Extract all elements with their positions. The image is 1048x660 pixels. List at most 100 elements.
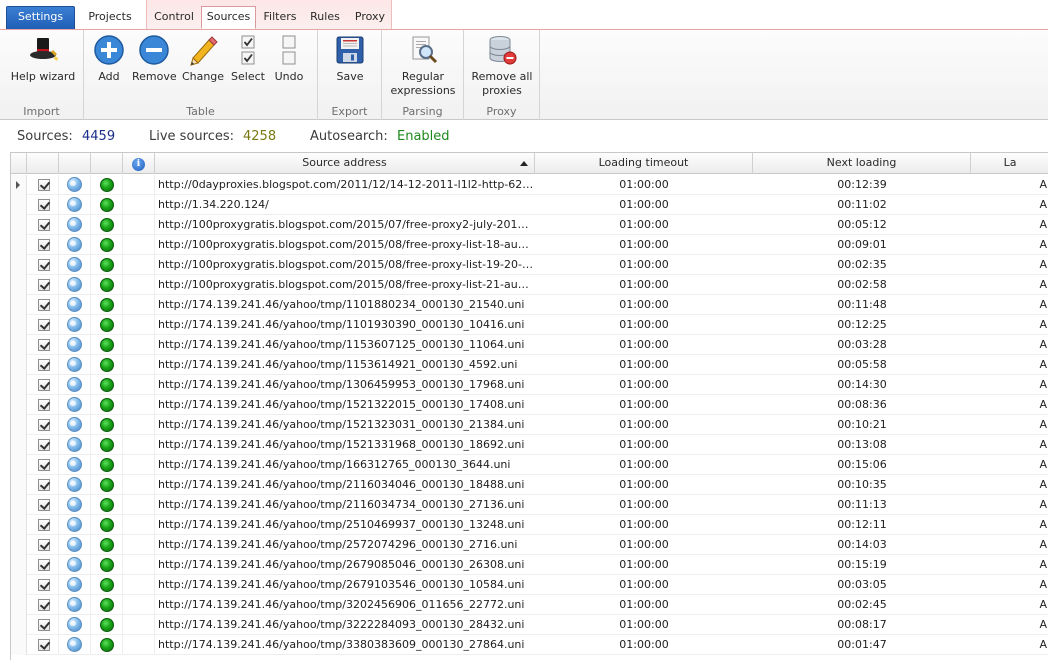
row-checkbox-cell — [27, 355, 59, 375]
loading-timeout: 01:00:00 — [619, 318, 669, 331]
row-checkbox[interactable] — [38, 559, 50, 571]
header-type[interactable] — [59, 153, 91, 174]
next-loading: 00:12:25 — [837, 318, 887, 331]
select-button[interactable]: Select — [228, 34, 268, 84]
row-checkbox[interactable] — [38, 299, 50, 311]
row-checkbox[interactable] — [38, 179, 50, 191]
table-row[interactable]: http://174.139.241.46/yahoo/tmp/21160340… — [11, 475, 1048, 495]
table-row[interactable]: http://1.34.220.124/01:00:00 00:11:02 A — [11, 195, 1048, 215]
remove-all-proxies-button[interactable]: Remove all proxies — [468, 34, 536, 98]
remove-all-proxies-label-1: Remove all — [471, 70, 533, 83]
globe-icon — [67, 497, 82, 512]
table-row[interactable]: http://0dayproxies.blogspot.com/2011/12/… — [11, 175, 1048, 195]
header-last[interactable]: La — [971, 153, 1048, 174]
table-row[interactable]: http://174.139.241.46/yahoo/tmp/11018802… — [11, 295, 1048, 315]
source-address: http://174.139.241.46/yahoo/tmp/16631276… — [158, 458, 511, 471]
header-info[interactable]: i — [123, 153, 155, 174]
row-checkbox[interactable] — [38, 239, 50, 251]
globe-icon — [67, 437, 82, 452]
source-address: http://100proxygratis.blogspot.com/2015/… — [158, 218, 535, 231]
minus-circle-icon — [139, 35, 169, 65]
status-ok-icon — [100, 218, 114, 232]
row-status-cell — [91, 275, 123, 295]
globe-icon — [67, 337, 82, 352]
table-row[interactable]: http://174.139.241.46/yahoo/tmp/16631276… — [11, 455, 1048, 475]
tab-projects[interactable]: Projects — [80, 7, 140, 29]
tab-sources[interactable]: Sources — [201, 6, 256, 29]
row-checkbox-cell — [27, 275, 59, 295]
header-next-loading[interactable]: Next loading — [753, 153, 971, 174]
status-ok-icon — [100, 598, 114, 612]
table-row[interactable]: http://174.139.241.46/yahoo/tmp/11019303… — [11, 315, 1048, 335]
row-checkbox-cell — [27, 475, 59, 495]
header-source-address[interactable]: Source address — [155, 153, 535, 174]
header-status[interactable] — [91, 153, 123, 174]
row-status-cell — [91, 175, 123, 195]
live-sources-value: 4258 — [243, 129, 277, 144]
table-row[interactable]: http://174.139.241.46/yahoo/tmp/32024569… — [11, 595, 1048, 615]
row-info-cell — [123, 315, 155, 335]
row-checkbox[interactable] — [38, 519, 50, 531]
header-source-address-label: Source address — [302, 156, 387, 169]
row-checkbox[interactable] — [38, 259, 50, 271]
row-checkbox[interactable] — [38, 339, 50, 351]
globe-icon — [67, 417, 82, 432]
regular-expressions-label-1: Regular — [401, 70, 445, 83]
table-row[interactable]: http://100proxygratis.blogspot.com/2015/… — [11, 275, 1048, 295]
row-checkbox[interactable] — [38, 319, 50, 331]
row-checkbox-cell — [27, 395, 59, 415]
row-checkbox[interactable] — [38, 279, 50, 291]
header-checkbox[interactable] — [27, 153, 59, 174]
table-row[interactable]: http://174.139.241.46/yahoo/tmp/15213230… — [11, 415, 1048, 435]
tab-settings[interactable]: Settings — [6, 6, 75, 29]
row-indicator — [11, 555, 27, 575]
add-button[interactable]: Add — [90, 34, 128, 84]
header-loading-timeout[interactable]: Loading timeout — [535, 153, 753, 174]
row-checkbox[interactable] — [38, 359, 50, 371]
table-row[interactable]: http://174.139.241.46/yahoo/tmp/25720742… — [11, 535, 1048, 555]
change-button[interactable]: Change — [180, 34, 226, 84]
table-row[interactable]: http://174.139.241.46/yahoo/tmp/13064599… — [11, 375, 1048, 395]
regular-expressions-button[interactable]: Regular expressions — [388, 34, 458, 98]
help-wizard-button[interactable]: Help wizard — [8, 34, 78, 84]
table-row[interactable]: http://100proxygratis.blogspot.com/2015/… — [11, 235, 1048, 255]
remove-button[interactable]: Remove — [132, 34, 177, 84]
status-ok-icon — [100, 638, 114, 652]
table-row[interactable]: http://174.139.241.46/yahoo/tmp/26790850… — [11, 555, 1048, 575]
row-checkbox[interactable] — [38, 479, 50, 491]
table-row[interactable]: http://174.139.241.46/yahoo/tmp/25104699… — [11, 515, 1048, 535]
row-checkbox[interactable] — [38, 219, 50, 231]
row-checkbox[interactable] — [38, 459, 50, 471]
table-row[interactable]: http://174.139.241.46/yahoo/tmp/15213220… — [11, 395, 1048, 415]
table-row[interactable]: http://100proxygratis.blogspot.com/2015/… — [11, 255, 1048, 275]
table-row[interactable]: http://174.139.241.46/yahoo/tmp/26791035… — [11, 575, 1048, 595]
row-checkbox[interactable] — [38, 379, 50, 391]
status-ok-icon — [100, 198, 114, 212]
table-row[interactable]: http://174.139.241.46/yahoo/tmp/21160347… — [11, 495, 1048, 515]
tab-filters[interactable]: Filters — [258, 7, 302, 29]
row-checkbox[interactable] — [38, 399, 50, 411]
table-row[interactable]: http://174.139.241.46/yahoo/tmp/11536149… — [11, 355, 1048, 375]
table-row[interactable]: http://174.139.241.46/yahoo/tmp/33803836… — [11, 635, 1048, 655]
source-address: http://100proxygratis.blogspot.com/2015/… — [158, 278, 535, 291]
row-checkbox[interactable] — [38, 539, 50, 551]
tab-control[interactable]: Control — [148, 7, 200, 29]
undo-button[interactable]: Undo — [270, 34, 308, 84]
row-checkbox[interactable] — [38, 639, 50, 651]
table-row[interactable]: http://174.139.241.46/yahoo/tmp/11536071… — [11, 335, 1048, 355]
row-checkbox[interactable] — [38, 439, 50, 451]
table-row[interactable]: http://174.139.241.46/yahoo/tmp/15213319… — [11, 435, 1048, 455]
tab-rules[interactable]: Rules — [304, 7, 346, 29]
row-checkbox[interactable] — [38, 499, 50, 511]
row-checkbox[interactable] — [38, 619, 50, 631]
row-checkbox[interactable] — [38, 579, 50, 591]
table-row[interactable]: http://100proxygratis.blogspot.com/2015/… — [11, 215, 1048, 235]
tab-proxy[interactable]: Proxy — [348, 7, 392, 29]
row-type-cell — [59, 435, 91, 455]
row-checkbox[interactable] — [38, 419, 50, 431]
save-button[interactable]: Save — [326, 34, 374, 84]
row-checkbox[interactable] — [38, 599, 50, 611]
row-checkbox[interactable] — [38, 199, 50, 211]
row-type-cell — [59, 275, 91, 295]
table-row[interactable]: http://174.139.241.46/yahoo/tmp/32222840… — [11, 615, 1048, 635]
